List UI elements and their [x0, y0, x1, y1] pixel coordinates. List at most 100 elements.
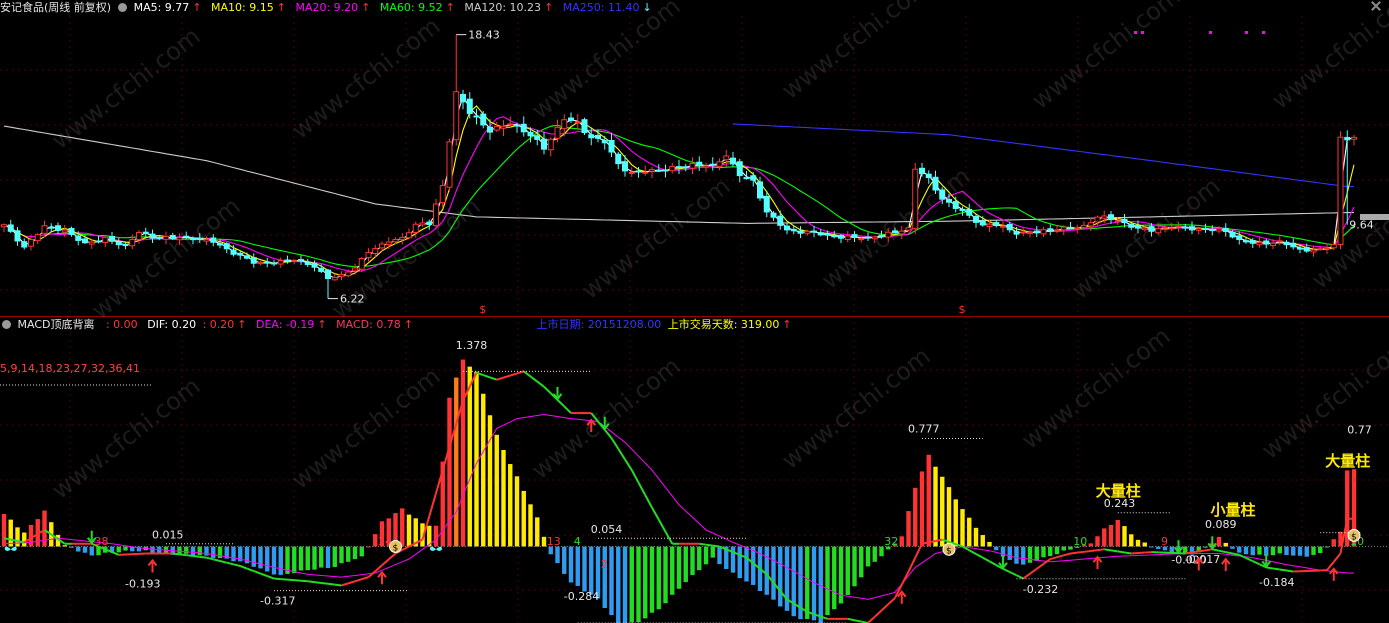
- arrow-up-icon: [1220, 557, 1231, 572]
- arrow-up-icon: ↑: [276, 1, 286, 14]
- macd-bar: [1048, 546, 1053, 557]
- dif-segment: [354, 578, 363, 583]
- candle-body: [1114, 220, 1121, 223]
- candle-body: [905, 227, 912, 231]
- candle-body: [1108, 214, 1114, 221]
- price-label: 6.22: [340, 293, 365, 306]
- macd-bar: [960, 509, 965, 547]
- dif-segment: [307, 580, 315, 584]
- candle: [1337, 131, 1344, 250]
- dif-segment: [1090, 549, 1098, 552]
- listing-date: 上市日期: 20151208.00: [536, 318, 662, 331]
- dif-segment: [1083, 549, 1091, 553]
- candle: [21, 238, 28, 250]
- macd-bar: [744, 546, 749, 582]
- macd-legend: MACD顶底背离 : 0.00 DIF: 0.20 : 0.20 ↑ DEA: -…: [0, 317, 795, 333]
- candle-body: [325, 269, 331, 280]
- macd-bar: [42, 510, 47, 547]
- candle-body: [379, 243, 385, 249]
- candle: [122, 241, 129, 250]
- macd-bar: [1102, 528, 1107, 547]
- candle-body: [608, 139, 615, 153]
- candle: [689, 157, 696, 175]
- candle-body: [1276, 240, 1283, 243]
- dif-segment: [1022, 572, 1031, 580]
- dollar-marker: $: [959, 303, 966, 316]
- dif-segment: [1097, 548, 1105, 552]
- dif-segment: [968, 549, 977, 555]
- candle-body: [433, 203, 439, 227]
- candle-body: [7, 224, 14, 232]
- candle-body: [1283, 241, 1290, 246]
- candle-body: [156, 236, 163, 239]
- candle-body: [507, 123, 514, 126]
- macd-bar: [1007, 546, 1012, 560]
- candle: [55, 222, 61, 234]
- candle: [331, 273, 338, 281]
- dif-segment: [172, 552, 180, 556]
- candle-body: [1195, 228, 1202, 231]
- macd-value: MACD: 0.78: [336, 318, 401, 331]
- macd-bar: [292, 546, 297, 574]
- signal-dot: [1209, 31, 1212, 34]
- candle: [574, 114, 581, 131]
- macd-bar: [76, 546, 81, 552]
- candle-body: [372, 248, 379, 254]
- candle: [129, 234, 136, 250]
- dif-segment: [975, 553, 984, 559]
- macd-value-label: -0.193: [125, 577, 160, 590]
- candle-body: [959, 208, 966, 212]
- candle: [1202, 223, 1209, 233]
- candle-body: [318, 267, 325, 272]
- dif-segment: [246, 567, 255, 572]
- candle-body: [1290, 242, 1297, 248]
- macd-bar: [649, 546, 655, 613]
- macd-bar: [737, 546, 742, 579]
- candle: [912, 162, 919, 234]
- dif-segment: [1279, 568, 1287, 572]
- candle-body: [271, 262, 277, 265]
- macd-bar: [82, 546, 88, 553]
- macd-bar: [622, 546, 628, 623]
- count-label: 38: [95, 535, 109, 548]
- dif-segment: [1272, 567, 1280, 571]
- candle-body: [304, 261, 311, 265]
- macd-bar: [805, 546, 810, 620]
- indicator-name[interactable]: MACD顶底背离: [18, 318, 95, 331]
- candle: [14, 227, 21, 246]
- dif-segment: [1002, 567, 1011, 573]
- dif-segment: [664, 531, 674, 545]
- gear-icon[interactable]: [2, 320, 11, 329]
- candle: [966, 203, 973, 219]
- macd-bar: [1108, 524, 1114, 547]
- watermark-text: www.cfchi.com: [286, 362, 445, 495]
- macd-bar: [298, 546, 304, 571]
- candle: [628, 167, 635, 177]
- candle: [581, 117, 588, 136]
- candle-body: [1243, 240, 1249, 243]
- candle-body: [871, 236, 878, 240]
- watermark-text: www.cfchi.com: [816, 162, 975, 295]
- candle-body: [41, 225, 48, 234]
- macd-value-label: -0.284: [564, 590, 599, 603]
- signal-dot: [1134, 31, 1137, 34]
- gear-icon[interactable]: [118, 3, 128, 12]
- period-text: 5,9,14,18,23,27,32,36,41: [0, 362, 140, 375]
- candle-body: [622, 161, 628, 172]
- candle: [777, 210, 784, 230]
- count-label: 2: [601, 558, 608, 571]
- stock-title[interactable]: 安记食品(周线 前复权): [0, 1, 111, 14]
- candle-body: [844, 235, 851, 240]
- candle-body: [601, 140, 608, 144]
- candle-body: [338, 273, 345, 277]
- candle-body: [1, 224, 7, 228]
- macd-bar: [1122, 526, 1127, 547]
- candle: [547, 137, 554, 157]
- macd-value-label: -0.184: [1259, 576, 1294, 589]
- close-icon[interactable]: [1371, 1, 1381, 11]
- candle-body: [655, 169, 662, 172]
- dif-segment: [1198, 549, 1206, 553]
- money-bag-icon: $: [942, 542, 956, 556]
- dif-segment: [1245, 557, 1254, 563]
- candle-body: [1013, 230, 1020, 235]
